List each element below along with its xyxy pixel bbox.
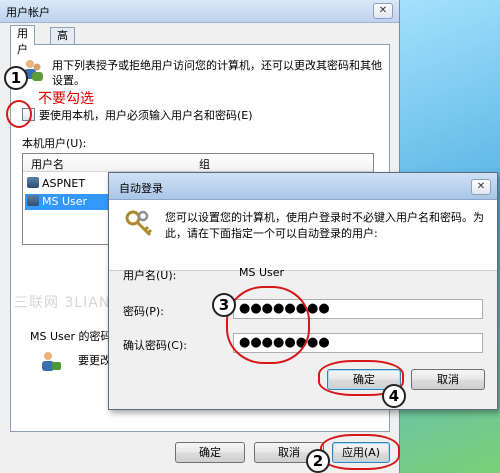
keys-icon bbox=[125, 210, 153, 237]
require-password-label[interactable]: 要使用本机，用户必须输入用户名和密码(E) bbox=[39, 107, 253, 123]
list-item-label: MS User bbox=[42, 195, 88, 208]
list-item-aspnet[interactable]: ASPNET bbox=[25, 176, 115, 192]
list-item-ms-user[interactable]: MS User bbox=[25, 194, 115, 210]
step-1-marker: 1 bbox=[4, 66, 28, 90]
list-header: 用户名 组 bbox=[23, 154, 373, 172]
auto-login-dialog: 自动登录 ✕ 您可以设置您的计算机，使用户登录时不必键入用户名和密码。为此，请在… bbox=[108, 172, 498, 410]
window-title: 用户帐户 bbox=[6, 6, 50, 19]
checkbox-highlight-ring bbox=[6, 100, 32, 128]
user-icon bbox=[27, 195, 39, 206]
column-header-username[interactable]: 用户名 bbox=[31, 156, 64, 172]
user-password-icon bbox=[42, 352, 61, 371]
password-section-title: MS User 的密码 bbox=[30, 330, 112, 343]
password-section-text: 要更改 bbox=[78, 354, 111, 367]
ok-button[interactable]: 确定 bbox=[175, 442, 245, 463]
dialog-titlebar: 自动登录 ✕ bbox=[109, 173, 497, 200]
password-label: 密码(P): bbox=[123, 305, 164, 318]
tab-advanced[interactable]: 高级 bbox=[50, 27, 75, 58]
local-users-label: 本机用户(U): bbox=[22, 137, 87, 150]
dialog-header: 您可以设置您的计算机，使用户登录时不必键入用户名和密码。为此，请在下面指定一个可… bbox=[109, 200, 497, 270]
apply-highlight-ring bbox=[320, 434, 400, 470]
username-field[interactable]: MS User bbox=[233, 263, 483, 283]
step-2-marker: 2 bbox=[306, 449, 330, 473]
user-icon bbox=[27, 177, 39, 188]
dialog-title: 自动登录 bbox=[119, 182, 163, 195]
annotation-note: 不要勾选 bbox=[38, 91, 94, 107]
confirm-password-label: 确认密码(C): bbox=[123, 339, 187, 352]
users-description: 用下列表授予或拒绝用户访问您的计算机，还可以更改其密码和其他设置。 bbox=[52, 59, 382, 87]
window-close-button[interactable]: ✕ bbox=[373, 3, 393, 19]
step-3-marker: 3 bbox=[212, 293, 236, 317]
dialog-cancel-button[interactable]: 取消 bbox=[411, 369, 485, 390]
window-titlebar: 用户帐户 ✕ bbox=[0, 0, 399, 23]
step-4-marker: 4 bbox=[382, 384, 406, 408]
list-item-label: ASPNET bbox=[42, 177, 86, 190]
dialog-close-button[interactable]: ✕ bbox=[471, 179, 491, 195]
tab-users[interactable]: 用户 bbox=[10, 25, 35, 56]
username-label: 用户名(U): bbox=[123, 269, 177, 282]
dialog-description: 您可以设置您的计算机，使用户登录时不必键入用户名和密码。为此，请在下面指定一个可… bbox=[165, 211, 484, 240]
column-header-group[interactable]: 组 bbox=[199, 156, 210, 172]
password-highlight-ring bbox=[226, 286, 310, 364]
